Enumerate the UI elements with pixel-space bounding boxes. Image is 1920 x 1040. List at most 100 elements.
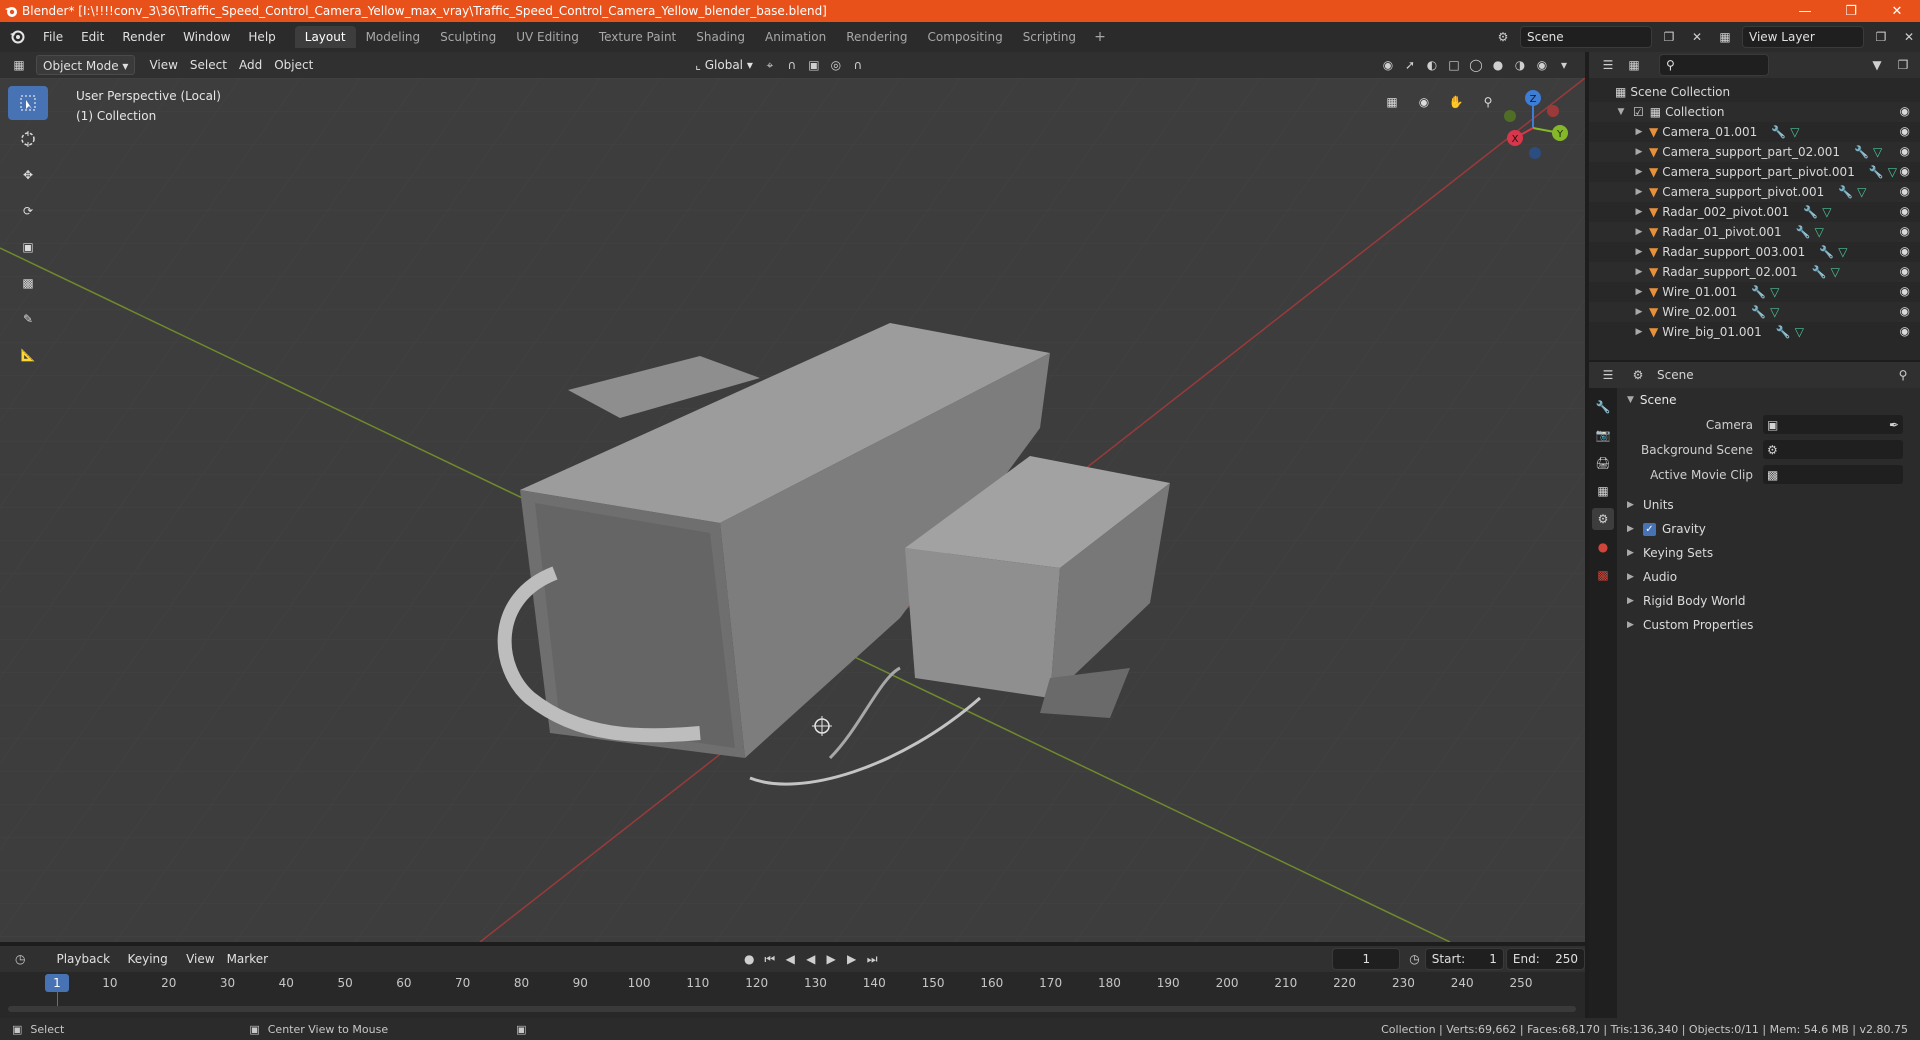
expand-arrow-icon[interactable]: ▶ [1633,227,1645,237]
new-scene-icon[interactable]: ❐ [1658,27,1680,47]
tab-scripting[interactable]: Scripting [1013,26,1086,48]
record-icon[interactable]: ● [739,949,759,969]
audio-panel[interactable]: ▶ Audio [1617,565,1920,589]
outliner-object-row[interactable]: ▶ ▼ Wire_02.001 🔧 ▽ ◉ [1589,302,1920,322]
menu-select[interactable]: Select [184,55,233,75]
current-frame-field[interactable]: 1 [1332,948,1401,970]
eye-icon[interactable]: ◉ [1900,224,1910,238]
timeline-scrollbar[interactable] [8,1006,1576,1012]
wrench-icon[interactable]: 🔧 [1771,125,1786,139]
eye-icon[interactable]: ◉ [1900,244,1910,258]
checkbox-icon[interactable]: ☑ [1633,105,1644,119]
mesh-data-icon[interactable]: ▽ [1822,205,1831,219]
expand-arrow-icon[interactable]: ▶ [1633,147,1645,157]
camera-view-icon[interactable]: ◉ [1410,88,1438,116]
outliner-object-row[interactable]: ▶ ▼ Radar_support_02.001 🔧 ▽ ◉ [1589,262,1920,282]
panel-collapse-icon[interactable]: ▼ [1627,395,1634,405]
expand-arrow-icon[interactable]: ▶ [1627,548,1637,558]
restore-icon[interactable]: ❐ [1828,0,1874,22]
expand-arrow-icon[interactable]: ▶ [1633,127,1645,137]
mesh-data-icon[interactable]: ▽ [1770,305,1779,319]
xray-icon[interactable]: □ [1443,55,1465,75]
menu-render[interactable]: Render [113,22,174,52]
rotate-icon[interactable]: ⟳ [8,194,48,228]
menu-playback[interactable]: Playback ▾ [50,949,121,986]
jump-end-icon[interactable]: ⏭ [862,949,882,969]
eye-icon[interactable]: ◉ [1900,304,1910,318]
measure-icon[interactable]: 📐 [8,338,48,372]
properties-editor-icon[interactable]: ☰ [1597,365,1619,385]
proportional-edit-icon[interactable]: ◎ [825,55,847,75]
timeline[interactable]: 1 10 20 30 40 50 60 70 80 90 100 110 120 130 140 150 16… [0,972,1585,1018]
tab-shading[interactable]: Shading [686,26,755,48]
gravity-checkbox[interactable]: ✓ [1643,522,1656,536]
pivot-icon[interactable]: ⌖ [759,55,781,75]
visibility-icon[interactable]: ◉ [1377,55,1399,75]
wrench-icon[interactable]: 🔧 [1838,185,1853,199]
movie-clip-field[interactable]: ▩ [1763,465,1903,484]
expand-arrow-icon[interactable]: ▼ [1615,107,1627,117]
menu-marker[interactable]: Marker [221,949,274,969]
outliner-object-row[interactable]: ▶ ▼ Camera_01.001 🔧 ▽ ◉ [1589,122,1920,142]
eye-icon[interactable]: ◉ [1900,164,1910,178]
close-icon[interactable]: ✕ [1874,0,1920,22]
render-tab-icon[interactable]: 📷 [1592,424,1614,446]
texture-tab-icon[interactable]: ▩ [1592,564,1614,586]
delete-view-layer-icon[interactable]: ✕ [1898,27,1920,47]
next-keyframe-icon[interactable]: ▶ [841,949,861,969]
expand-arrow-icon[interactable]: ▶ [1633,167,1645,177]
rigid-body-world-panel[interactable]: ▶ Rigid Body World [1617,589,1920,613]
wrench-icon[interactable]: 🔧 [1751,285,1766,299]
annotate-icon[interactable]: ✎ [8,302,48,336]
expand-arrow-icon[interactable]: ▶ [1627,620,1637,630]
expand-arrow-icon[interactable]: ▶ [1627,596,1637,606]
wrench-icon[interactable]: 🔧 [1751,305,1766,319]
expand-arrow-icon[interactable]: ▶ [1627,572,1637,582]
eye-icon[interactable]: ◉ [1900,124,1910,138]
menu-edit[interactable]: Edit [72,22,113,52]
menu-keying[interactable]: Keying ▾ [121,949,180,986]
solid-shading-icon[interactable]: ● [1487,55,1509,75]
rendered-shading-icon[interactable]: ◉ [1531,55,1553,75]
snap-target-icon[interactable]: ▣ [803,55,825,75]
mesh-data-icon[interactable]: ▽ [1838,245,1847,259]
shading-options-icon[interactable]: ▾ [1553,55,1575,75]
wrench-icon[interactable]: 🔧 [1819,245,1834,259]
outliner-object-row[interactable]: ▶ ▼ Camera_support_pivot.001 🔧 ▽ ◉ [1589,182,1920,202]
outliner-search-input[interactable]: ⚲ [1659,54,1769,76]
wrench-icon[interactable]: 🔧 [1869,165,1884,179]
eye-icon[interactable]: ◉ [1900,264,1910,278]
expand-arrow-icon[interactable]: ▶ [1633,287,1645,297]
menu-help[interactable]: Help [239,22,284,52]
outliner-editor-icon[interactable]: ☰ [1597,55,1619,75]
move-icon[interactable]: ✥ [8,158,48,192]
end-frame-field[interactable]: End: 250 [1505,948,1586,970]
expand-arrow-icon[interactable]: ▶ [1633,187,1645,197]
play-reverse-icon[interactable]: ◀ [800,949,820,969]
mesh-data-icon[interactable]: ▽ [1888,165,1897,179]
eye-icon[interactable]: ◉ [1900,184,1910,198]
scene-icon[interactable]: ⚙ [1492,27,1514,47]
custom-properties-panel[interactable]: ▶ Custom Properties [1617,613,1920,637]
eye-icon[interactable]: ◉ [1900,324,1910,338]
start-frame-field[interactable]: Start: 1 [1424,948,1504,970]
menu-add[interactable]: Add [233,55,268,75]
perspective-toggle-icon[interactable]: ▦ [1378,88,1406,116]
mode-dropdown[interactable]: Object Mode ▾ [36,55,136,75]
tool-tab-icon[interactable]: 🔧 [1592,396,1614,418]
expand-arrow-icon[interactable]: ▶ [1633,327,1645,337]
current-frame-indicator[interactable]: 1 [45,974,69,992]
select-box-icon[interactable] [8,86,48,120]
zoom-icon[interactable]: ⚲ [1474,88,1502,116]
display-mode-icon[interactable]: ▦ [1623,55,1645,75]
tab-layout[interactable]: Layout [294,26,356,48]
eye-icon[interactable]: ◉ [1900,284,1910,298]
outliner-object-row[interactable]: ▶ ▼ Camera_support_part_pivot.001 🔧 ▽ ◉ [1589,162,1920,182]
menu-file[interactable]: File [34,22,72,52]
outliner-object-row[interactable]: ▶ ▼ Wire_big_01.001 🔧 ▽ ◉ [1589,322,1920,342]
tab-texture-paint[interactable]: Texture Paint [589,26,686,48]
mesh-data-icon[interactable]: ▽ [1815,225,1824,239]
expand-arrow-icon[interactable]: ▶ [1627,524,1637,534]
background-scene-field[interactable]: ⚙ [1763,440,1903,459]
mesh-data-icon[interactable]: ▽ [1873,145,1882,159]
